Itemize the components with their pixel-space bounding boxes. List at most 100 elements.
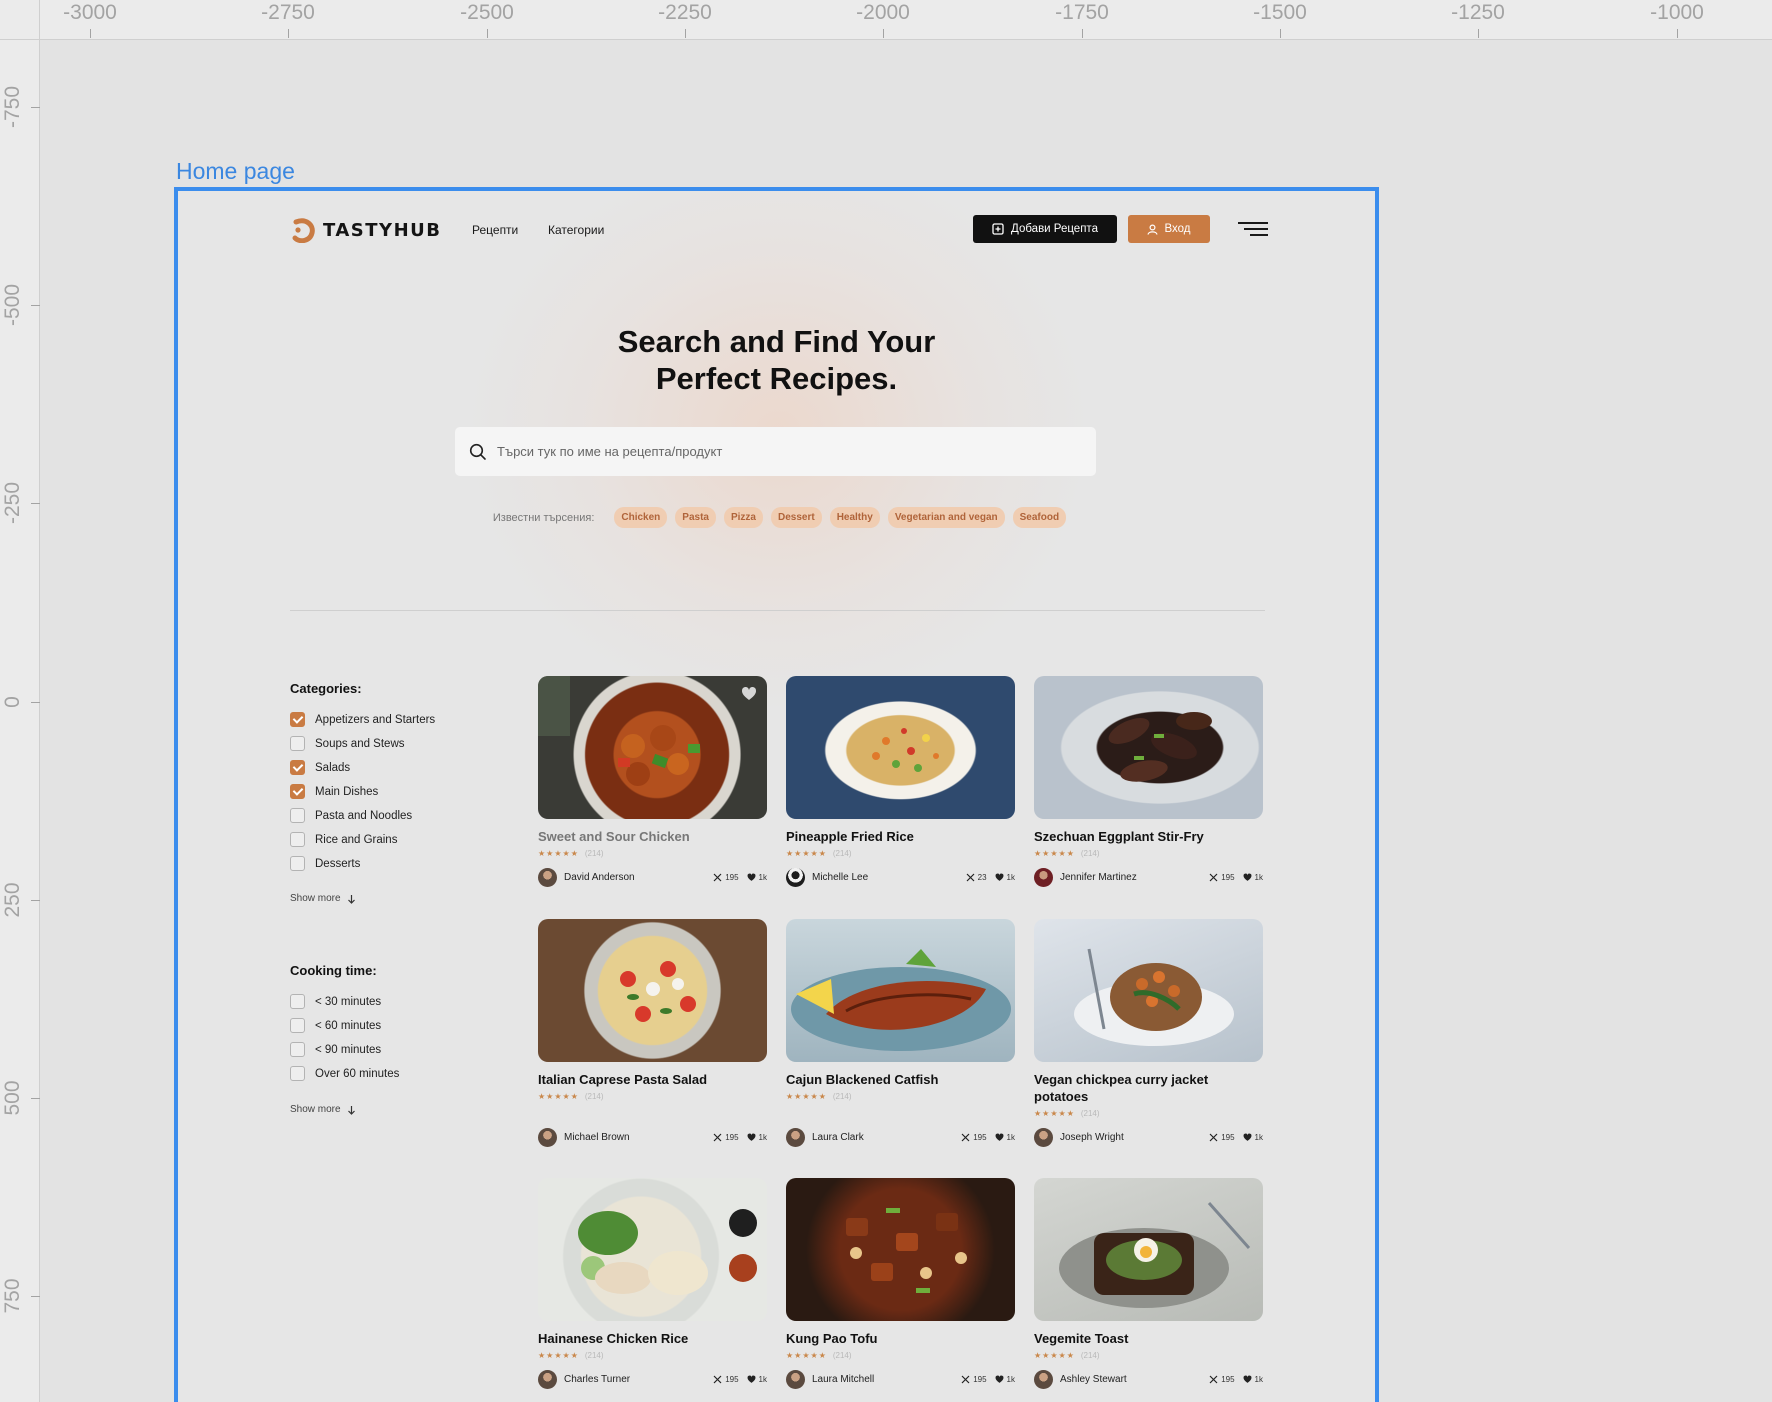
home-page-frame[interactable]: TASTYHUB Рецепти Категории Добави Рецепт… <box>174 187 1379 1402</box>
author-name[interactable]: David Anderson <box>564 872 705 883</box>
recipe-card[interactable]: Hainanese Chicken Rice ★★★★★ (214) Charl… <box>538 1178 767 1389</box>
author-name[interactable]: Jennifer Martinez <box>1060 872 1201 883</box>
tag-chip[interactable]: Pasta <box>675 507 716 528</box>
recipe-card[interactable]: Kung Pao Tofu ★★★★★ (214) Laura Mitchell… <box>786 1178 1015 1389</box>
checkbox[interactable] <box>290 736 305 751</box>
toast-image[interactable] <box>1034 1178 1263 1321</box>
category-filter[interactable]: Rice and Grains <box>290 832 397 847</box>
recipe-title[interactable]: Vegan chickpea curry jacket potatoes <box>1034 1071 1263 1105</box>
checkbox[interactable] <box>290 1042 305 1057</box>
ruler-tick: -750 <box>0 47 40 167</box>
pasta-salad-image[interactable] <box>538 919 767 1062</box>
avatar[interactable] <box>786 868 805 887</box>
author-name[interactable]: Charles Turner <box>564 1374 705 1385</box>
nav-link-categories[interactable]: Категории <box>548 223 604 237</box>
jacket-potato-image[interactable] <box>1034 919 1263 1062</box>
tag-chip[interactable]: Vegetarian and vegan <box>887 507 1005 528</box>
cooking-time-filter[interactable]: < 90 minutes <box>290 1042 381 1057</box>
cooking-time-filter[interactable]: Over 60 minutes <box>290 1066 399 1081</box>
tag-chip[interactable]: Seafood <box>1012 507 1067 528</box>
recipe-title[interactable]: Kung Pao Tofu <box>786 1330 1015 1347</box>
checkbox[interactable] <box>290 994 305 1009</box>
category-filter[interactable]: Desserts <box>290 856 360 871</box>
tag-chip[interactable]: Healthy <box>829 507 880 528</box>
checkbox[interactable] <box>290 832 305 847</box>
category-label: Appetizers and Starters <box>315 713 436 726</box>
recipe-card[interactable]: Vegemite Toast ★★★★★ (214) Ashley Stewar… <box>1034 1178 1263 1389</box>
category-label: Salads <box>315 761 351 774</box>
author-name[interactable]: Michael Brown <box>564 1132 705 1143</box>
avatar[interactable] <box>538 1128 557 1147</box>
sweet-sour-chicken-image[interactable] <box>538 676 767 819</box>
recipe-meta: Joseph Wright 195 1k <box>1034 1128 1263 1147</box>
kung-pao-image[interactable] <box>786 1178 1015 1321</box>
catfish-image[interactable] <box>786 919 1015 1062</box>
recipe-card[interactable]: Cajun Blackened Catfish ★★★★★ (214) Laur… <box>786 919 1015 1147</box>
hamburger-menu-icon[interactable] <box>1238 220 1268 238</box>
recipe-title[interactable]: Italian Caprese Pasta Salad <box>538 1071 767 1088</box>
category-filter[interactable]: Salads <box>290 760 350 775</box>
category-filter[interactable]: Pasta and Noodles <box>290 808 412 823</box>
recipe-card[interactable]: Sweet and Sour Chicken ★★★★★ (214) David… <box>538 676 767 887</box>
likes-count: 1k <box>1006 1133 1015 1142</box>
avatar[interactable] <box>786 1370 805 1389</box>
login-button[interactable]: Вход <box>1128 215 1210 243</box>
avatar[interactable] <box>538 868 557 887</box>
author-name[interactable]: Laura Clark <box>812 1132 953 1143</box>
checkbox[interactable] <box>290 1018 305 1033</box>
tag-chip[interactable]: Pizza <box>723 507 763 528</box>
author-name[interactable]: Laura Mitchell <box>812 1374 953 1385</box>
section-divider <box>290 610 1265 611</box>
show-more-cooking-time[interactable]: Show more <box>290 1104 356 1115</box>
utensils-icon <box>713 1133 722 1142</box>
food-illustration <box>846 1208 967 1293</box>
cooking-time-filter[interactable]: < 30 minutes <box>290 994 381 1009</box>
chicken-rice-image[interactable] <box>538 1178 767 1321</box>
recipe-title[interactable]: Sweet and Sour Chicken <box>538 828 767 845</box>
logo[interactable]: TASTYHUB <box>290 217 442 243</box>
checkbox[interactable] <box>290 760 305 775</box>
recipe-title[interactable]: Cajun Blackened Catfish <box>786 1071 1015 1088</box>
recipe-title[interactable]: Szechuan Eggplant Stir-Fry <box>1034 828 1263 845</box>
utensils-icon <box>966 873 975 882</box>
category-filter[interactable]: Soups and Stews <box>290 736 405 751</box>
avatar[interactable] <box>1034 1370 1053 1389</box>
recipe-card[interactable]: Pineapple Fried Rice ★★★★★ (214) Michell… <box>786 676 1015 887</box>
avatar[interactable] <box>538 1370 557 1389</box>
tag-chip[interactable]: Dessert <box>770 507 822 528</box>
category-filter[interactable]: Appetizers and Starters <box>290 712 435 727</box>
checkbox[interactable] <box>290 1066 305 1081</box>
avatar[interactable] <box>1034 1128 1053 1147</box>
frame-label[interactable]: Home page <box>176 158 295 185</box>
ruler-tick: 500 <box>0 1038 40 1158</box>
avatar[interactable] <box>786 1128 805 1147</box>
heart-icon[interactable] <box>741 686 757 702</box>
search-input[interactable]: Търси тук по име на рецепта/продукт <box>455 427 1096 476</box>
category-filter[interactable]: Main Dishes <box>290 784 378 799</box>
tag-chip[interactable]: Chicken <box>614 507 668 528</box>
recipe-card[interactable]: Vegan chickpea curry jacket potatoes ★★★… <box>1034 919 1263 1147</box>
rating-stars: ★★★★★ (214) <box>786 849 852 858</box>
author-name[interactable]: Ashley Stewart <box>1060 1374 1201 1385</box>
author-name[interactable]: Michelle Lee <box>812 872 958 883</box>
cooks-count: 195 <box>725 1133 739 1142</box>
recipe-title[interactable]: Vegemite Toast <box>1034 1330 1263 1347</box>
checkbox[interactable] <box>290 712 305 727</box>
add-recipe-button[interactable]: Добави Рецепта <box>973 215 1117 243</box>
nav-link-recipes[interactable]: Рецепти <box>472 223 518 237</box>
recipe-card[interactable]: Szechuan Eggplant Stir-Fry ★★★★★ (214) J… <box>1034 676 1263 887</box>
checkbox[interactable] <box>290 808 305 823</box>
fried-rice-image[interactable] <box>786 676 1015 819</box>
likes-stat: 1k <box>747 873 767 882</box>
recipe-card[interactable]: Italian Caprese Pasta Salad ★★★★★ (214) … <box>538 919 767 1147</box>
utensils-icon <box>961 1375 970 1384</box>
show-more-categories[interactable]: Show more <box>290 893 356 904</box>
eggplant-image[interactable] <box>1034 676 1263 819</box>
recipe-title[interactable]: Hainanese Chicken Rice <box>538 1330 767 1347</box>
checkbox[interactable] <box>290 856 305 871</box>
cooking-time-filter[interactable]: < 60 minutes <box>290 1018 381 1033</box>
checkbox[interactable] <box>290 784 305 799</box>
avatar[interactable] <box>1034 868 1053 887</box>
recipe-title[interactable]: Pineapple Fried Rice <box>786 828 1015 845</box>
author-name[interactable]: Joseph Wright <box>1060 1132 1201 1143</box>
